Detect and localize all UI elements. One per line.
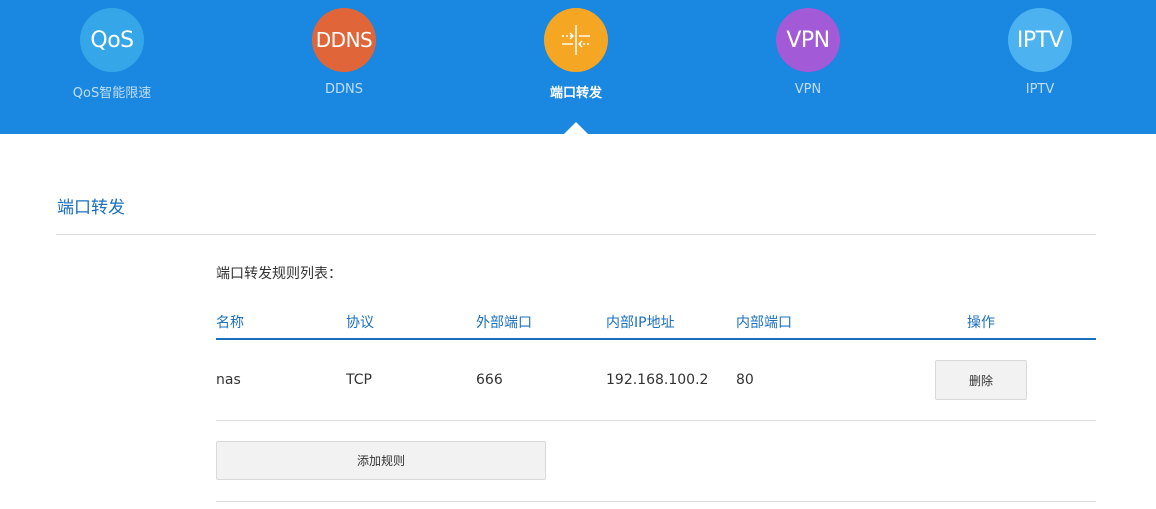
column-header-action: 操作	[967, 315, 995, 331]
cell-internal-port: 80	[736, 372, 754, 388]
cell-protocol: TCP	[346, 372, 372, 388]
iptv-icon: IPTV	[1008, 8, 1072, 72]
cell-external-port: 666	[476, 372, 503, 388]
column-header-internal-port: 内部端口	[736, 315, 792, 331]
ddns-icon-text: DDNS	[315, 28, 373, 52]
active-tab-caret	[564, 122, 588, 134]
nav-label-iptv: IPTV	[1025, 82, 1055, 97]
iptv-icon-text: IPTV	[1016, 27, 1064, 53]
cell-name: nas	[216, 372, 241, 388]
cell-internal-ip: 192.168.100.2	[606, 372, 709, 388]
nav-item-qos[interactable]: QoS QoS智能限速	[32, 8, 192, 101]
section-title: 端口转发	[57, 198, 125, 218]
nav-label-ddns: DDNS	[325, 82, 363, 97]
qos-icon-text: QoS	[90, 27, 134, 53]
column-header-name: 名称	[216, 315, 244, 331]
section-divider	[56, 234, 1096, 235]
bottom-divider	[216, 501, 1096, 502]
nav-item-ddns[interactable]: DDNS DDNS	[264, 8, 424, 97]
vpn-icon-text: VPN	[786, 27, 830, 53]
column-header-internal-ip: 内部IP地址	[606, 315, 675, 331]
nav-item-iptv[interactable]: IPTV IPTV	[960, 8, 1120, 97]
rule-list-title: 端口转发规则列表：	[216, 266, 342, 282]
delete-rule-button[interactable]: 删除	[935, 360, 1027, 400]
nav-item-vpn[interactable]: VPN VPN	[728, 8, 888, 97]
port-forward-icon	[544, 8, 608, 72]
column-header-external-port: 外部端口	[476, 315, 532, 331]
column-header-protocol: 协议	[346, 315, 374, 331]
nav-label-qos: QoS智能限速	[72, 86, 152, 101]
qos-icon: QoS	[80, 8, 144, 72]
feature-nav: QoS QoS智能限速 DDNS DDNS 端口转发 VPN VPN IPTV …	[0, 0, 1156, 134]
port-forward-glyph	[562, 25, 590, 55]
add-rule-button[interactable]: 添加规则	[216, 441, 546, 480]
table-row-divider	[216, 420, 1096, 421]
nav-label-vpn: VPN	[794, 82, 822, 97]
table-header-divider	[216, 338, 1096, 340]
nav-item-port-forward[interactable]: 端口转发	[496, 8, 656, 101]
nav-label-port-forward: 端口转发	[549, 86, 602, 101]
vpn-icon: VPN	[776, 8, 840, 72]
ddns-icon: DDNS	[312, 8, 376, 72]
